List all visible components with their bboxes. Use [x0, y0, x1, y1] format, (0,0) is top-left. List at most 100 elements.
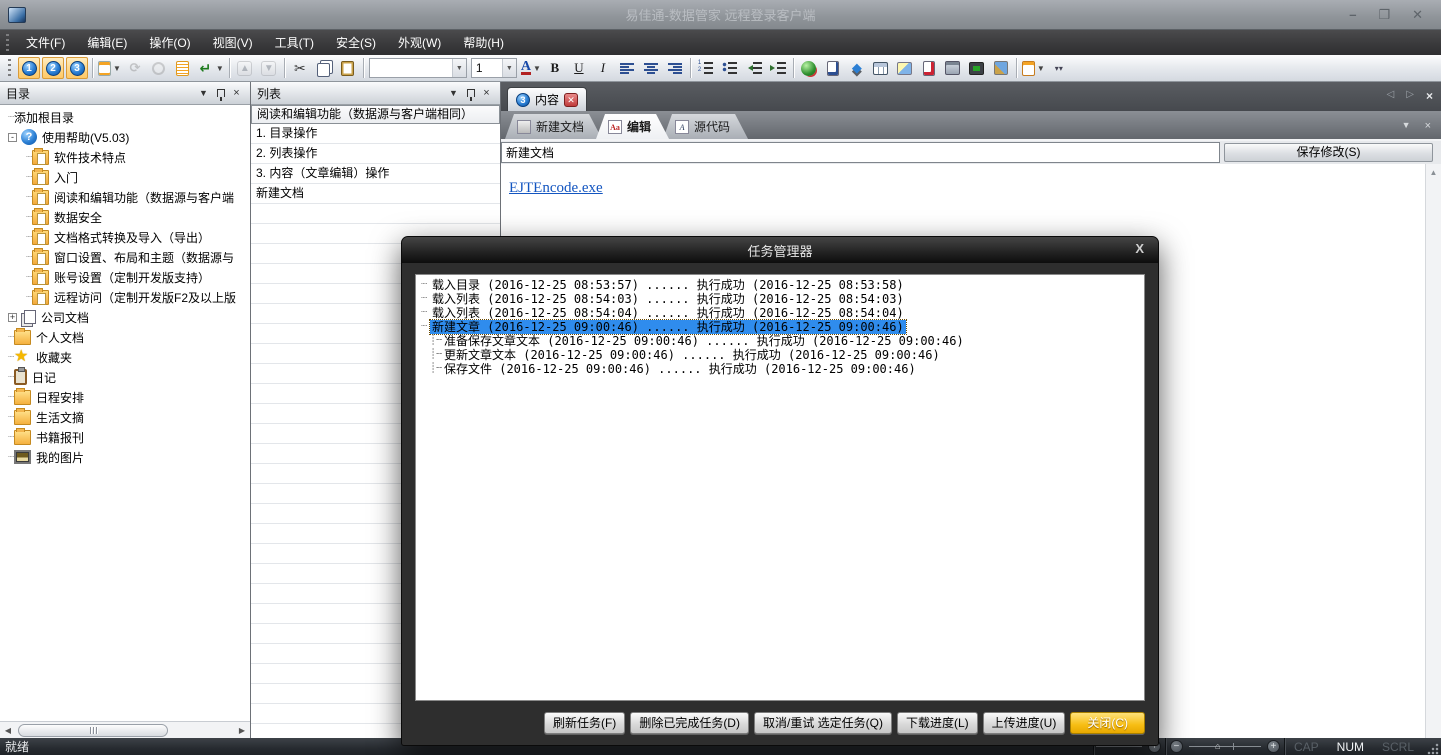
tree-item[interactable]: ┈数据安全 [0, 207, 250, 227]
font-name-combo[interactable]: ▼ [369, 58, 467, 78]
tree-item[interactable]: ┈账号设置（定制开发版支持） [0, 267, 250, 287]
task-row[interactable]: ┈载入列表 (2016-12-25 08:54:03) ...... 执行成功 … [418, 292, 1142, 306]
insert-table-button[interactable] [870, 57, 892, 79]
tree-item[interactable]: ┈远程访问（定制开发版F2及以上版 [0, 287, 250, 307]
resize-grip[interactable] [1425, 741, 1439, 755]
hscroll-thumb[interactable] [18, 724, 168, 737]
menu-item-s[interactable]: 安全(S) [325, 30, 387, 55]
tree-item[interactable]: ┈入门 [0, 167, 250, 187]
layers-button[interactable]: ◆ [846, 57, 868, 79]
tab-nav-left-icon[interactable]: ◁ [1387, 89, 1395, 103]
font-color-button-caret-icon[interactable]: ▼ [533, 64, 541, 73]
paste-special-button[interactable]: ▼ [1021, 57, 1046, 79]
tree-item[interactable]: ┈日记 [0, 367, 250, 387]
dialog-title-bar[interactable]: 任务管理器 X [402, 237, 1158, 263]
quick-view-3-button[interactable]: 3 [66, 57, 88, 79]
tree-item[interactable]: ┈软件技术特点 [0, 147, 250, 167]
task-row[interactable]: ┈载入列表 (2016-12-25 08:54:04) ...... 执行成功 … [418, 306, 1142, 320]
return-button-caret-icon[interactable]: ▼ [216, 64, 224, 73]
tree-item[interactable]: ┈生活文摘 [0, 407, 250, 427]
bold-button[interactable]: B [544, 57, 566, 79]
tab-content-group[interactable]: 3 内容 ✕ [507, 87, 587, 111]
snapshot-button[interactable] [966, 57, 988, 79]
list-page-button[interactable] [172, 57, 194, 79]
tree-item[interactable]: ┈书籍报刊 [0, 427, 250, 447]
numbered-list-button[interactable] [695, 57, 717, 79]
directory-hscrollbar[interactable]: ◀ ▶ [0, 721, 250, 738]
align-right-button[interactable] [664, 57, 686, 79]
hscroll-left-icon[interactable]: ◀ [0, 723, 16, 738]
tab-strip-close-icon[interactable]: × [1426, 89, 1433, 103]
quick-view-2-button[interactable]: 2 [42, 57, 64, 79]
align-center-button[interactable] [640, 57, 662, 79]
menu-item-t[interactable]: 工具(T) [264, 30, 325, 55]
list-item[interactable]: 1. 目录操作 [251, 124, 500, 144]
tree-item[interactable]: ┈我的图片 [0, 447, 250, 467]
font-size-combo-dropdown-icon[interactable]: ▼ [502, 59, 516, 77]
tree-item[interactable]: ┈★收藏夹 [0, 347, 250, 367]
menu-item-o[interactable]: 操作(O) [138, 30, 201, 55]
dialog-button-action[interactable]: 删除已完成任务(D) [630, 712, 749, 734]
document-title-input[interactable] [501, 142, 1220, 163]
align-left-button[interactable] [616, 57, 638, 79]
content-tab-close-icon[interactable]: ✕ [564, 93, 578, 107]
tab-nav-right-icon[interactable]: ▷ [1406, 89, 1414, 103]
paste-special-button-caret-icon[interactable]: ▼ [1037, 64, 1045, 73]
attachment-link[interactable]: EJTEncode.exe [509, 180, 603, 197]
task-list[interactable]: ┈载入目录 (2016-12-25 08:53:57) ...... 执行成功 … [415, 274, 1145, 701]
tree-item[interactable]: +公司文档 [0, 307, 250, 327]
dialog-close-icon[interactable]: X [1135, 241, 1144, 256]
task-row[interactable]: ┈新建文章 (2016-12-25 09:00:46) ...... 执行成功 … [418, 320, 1142, 334]
return-button[interactable]: ↵▼ [196, 57, 225, 79]
copy-button[interactable] [313, 57, 335, 79]
maximize-button[interactable]: ❒ [1378, 7, 1390, 23]
tree-item[interactable]: ┈添加根目录 [0, 107, 250, 127]
task-row[interactable]: ┈载入目录 (2016-12-25 08:53:57) ...... 执行成功 … [418, 278, 1142, 292]
task-row[interactable]: ┊╌保存文件 (2016-12-25 09:00:46) ...... 执行成功… [418, 362, 1142, 376]
tree-item[interactable]: ┈窗口设置、布局和主题（数据源与 [0, 247, 250, 267]
menu-item-w[interactable]: 外观(W) [387, 30, 452, 55]
list-header-item[interactable]: 阅读和编辑功能（数据源与客户端相同） [251, 105, 500, 124]
task-row[interactable]: ┊╌准备保存文章文本 (2016-12-25 09:00:46) ...... … [418, 334, 1142, 348]
list-item[interactable]: 新建文档 [251, 184, 500, 204]
new-document-button[interactable]: ▼ [97, 57, 122, 79]
save-changes-button[interactable]: 保存修改(S) [1224, 143, 1433, 162]
zoom-out-icon[interactable]: − [1170, 740, 1183, 753]
directory-menu-icon[interactable]: ▼ [196, 88, 211, 98]
close-button[interactable]: ✕ [1412, 7, 1423, 23]
menu-item-f[interactable]: 文件(F) [15, 30, 76, 55]
tree-item[interactable]: ┈文档格式转换及导入（导出） [0, 227, 250, 247]
insert-image-button[interactable] [894, 57, 916, 79]
zoom-track-1[interactable] [1096, 746, 1142, 747]
zoom-slider-marker[interactable]: ⌂ [1215, 741, 1220, 751]
tree-item[interactable]: ┈阅读和编辑功能（数据源与客户端 [0, 187, 250, 207]
zoom-in-icon[interactable]: + [1267, 740, 1280, 753]
expand-icon[interactable]: + [8, 313, 17, 322]
font-name-combo-dropdown-icon[interactable]: ▼ [452, 59, 466, 77]
menu-item-h[interactable]: 帮助(H) [452, 30, 515, 55]
minimize-button[interactable]: – [1349, 7, 1356, 23]
tree-item[interactable]: ┈个人文档 [0, 327, 250, 347]
vscroll-up-icon[interactable]: ▲ [1426, 164, 1441, 177]
dialog-button-action[interactable]: 上传进度(U) [983, 712, 1066, 734]
toolbar-grip-handle[interactable] [6, 59, 13, 77]
menu-item-v[interactable]: 视图(V) [202, 30, 264, 55]
directory-close-icon[interactable]: × [229, 87, 244, 99]
menu-item-e[interactable]: 编辑(E) [76, 30, 138, 55]
list-menu-icon[interactable]: ▼ [446, 88, 461, 98]
dialog-button-action[interactable]: 刷新任务(F) [544, 712, 625, 734]
hyperlink-button[interactable] [798, 57, 820, 79]
directory-pin-icon[interactable] [217, 89, 225, 97]
insert-document-button[interactable] [822, 57, 844, 79]
doc-tab-源代码[interactable]: A源代码 [663, 114, 748, 139]
hscroll-track[interactable] [16, 723, 234, 738]
hscroll-right-icon[interactable]: ▶ [234, 723, 250, 738]
tab-filter-icon[interactable]: ▼ [1402, 120, 1411, 132]
dialog-button-action[interactable]: 下载进度(L) [897, 712, 978, 734]
edit-document-button[interactable] [918, 57, 940, 79]
new-document-button-caret-icon[interactable]: ▼ [113, 64, 121, 73]
task-row[interactable]: ┊╌更新文章文本 (2016-12-25 09:00:46) ...... 执行… [418, 348, 1142, 362]
outdent-button[interactable] [743, 57, 765, 79]
zoom-slider[interactable]: ⌂ [1189, 746, 1261, 747]
tree-item[interactable]: ┈日程安排 [0, 387, 250, 407]
